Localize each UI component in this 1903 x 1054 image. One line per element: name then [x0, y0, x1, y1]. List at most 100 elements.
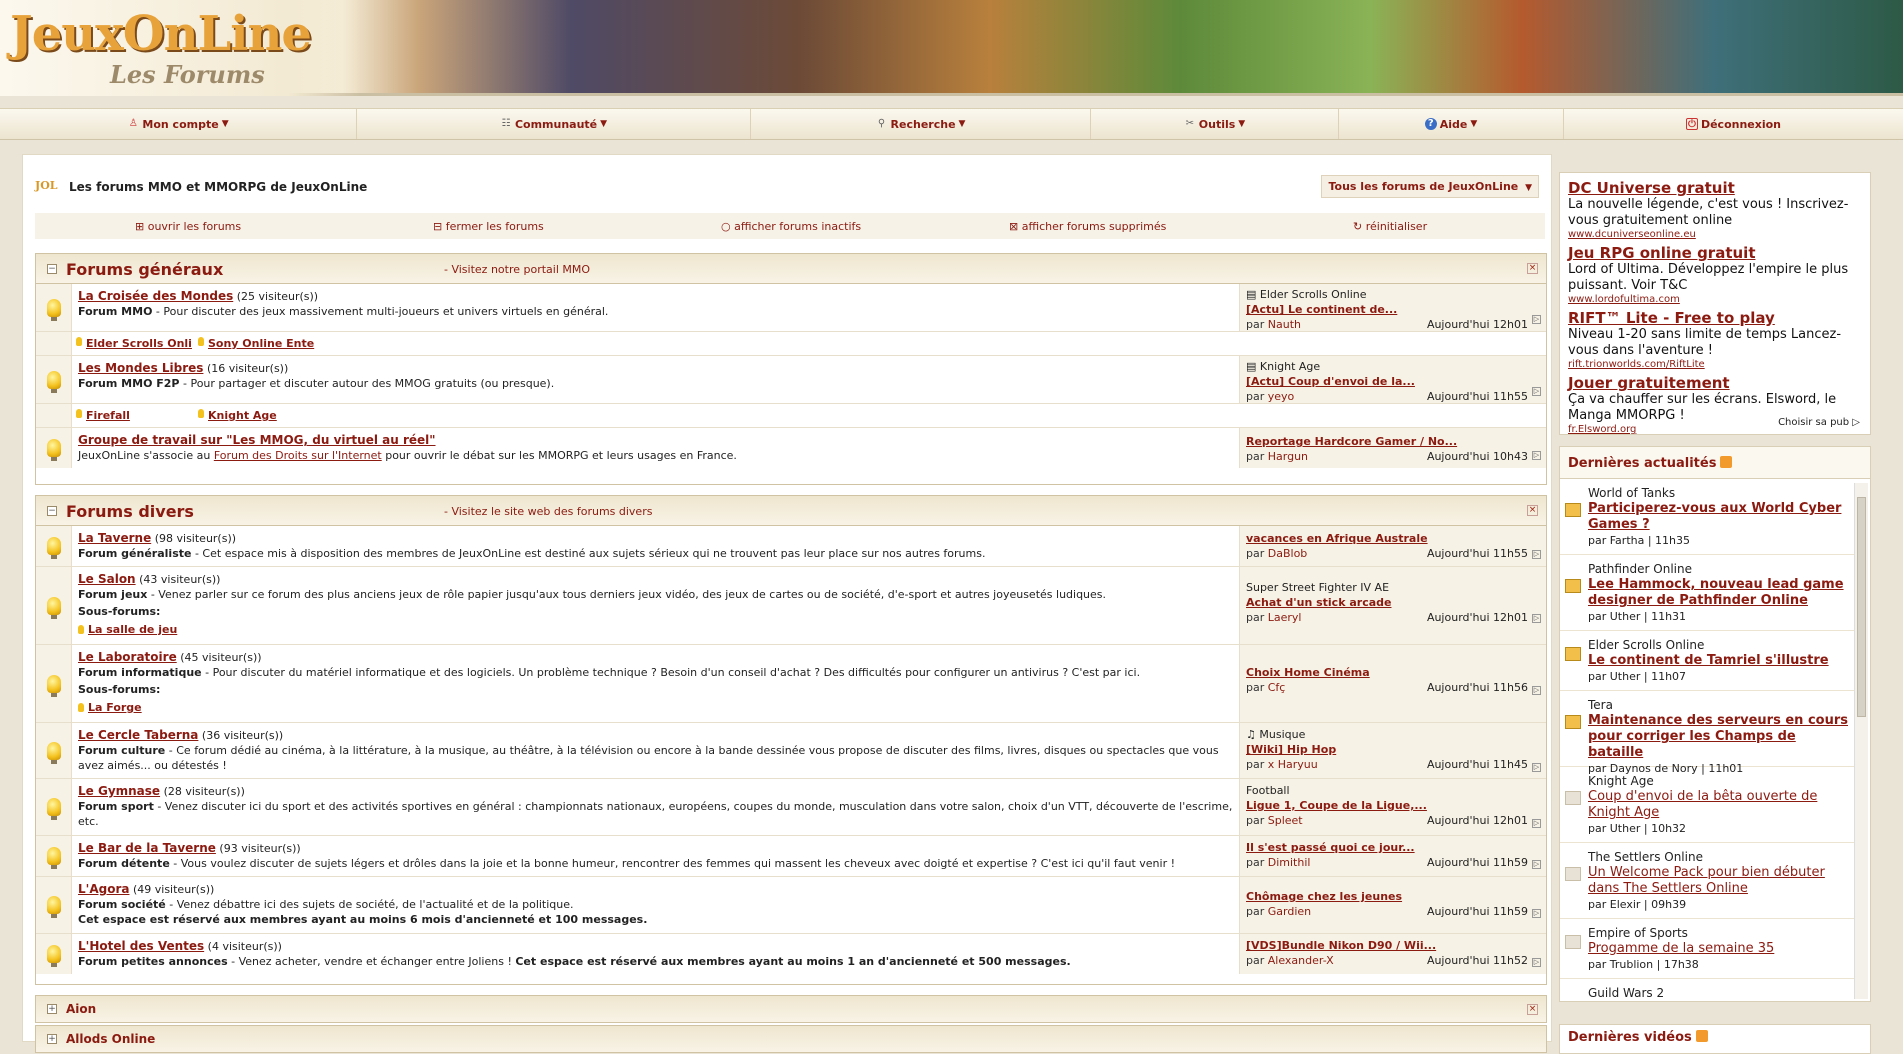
- go-to-last-icon[interactable]: ▷: [1532, 451, 1541, 460]
- subforum-link[interactable]: La salle de jeu: [88, 623, 177, 636]
- forum-link[interactable]: Le Gymnase: [78, 784, 160, 798]
- forum-link[interactable]: L'Hotel des Ventes: [78, 939, 204, 953]
- last-post: Il s'est passé quoi ce jour... par Dimit…: [1239, 836, 1546, 876]
- last-topic-link[interactable]: Il s'est passé quoi ce jour...: [1246, 841, 1415, 854]
- community-icon: ☷: [501, 118, 511, 129]
- last-topic-link[interactable]: Choix Home Cinéma: [1246, 666, 1370, 679]
- last-post: ▤ Knight Age [Actu] Coup d'envoi de la..…: [1239, 356, 1546, 403]
- ad-item[interactable]: DC Universe gratuit La nouvelle légende,…: [1568, 179, 1862, 240]
- forum-link[interactable]: La Taverne: [78, 531, 151, 545]
- last-topic-link[interactable]: Ligue 1, Coupe de la Ligue,...: [1246, 799, 1427, 812]
- collapse-toggle-icon[interactable]: −: [47, 506, 57, 516]
- forum-link[interactable]: Le Bar de la Taverne: [78, 841, 216, 855]
- scrollbar-thumb[interactable]: [1857, 497, 1866, 717]
- last-topic-link[interactable]: vacances en Afrique Australe: [1246, 532, 1428, 545]
- forum-link[interactable]: L'Agora: [78, 882, 129, 896]
- external-forum-link[interactable]: Forum des Droits sur l'Internet: [214, 449, 382, 462]
- rss-icon[interactable]: [1720, 456, 1733, 468]
- subforum-link[interactable]: Knight Age: [208, 409, 320, 422]
- news-scrollbar[interactable]: [1854, 483, 1868, 999]
- expand-toggle-icon[interactable]: +: [47, 1034, 57, 1044]
- music-icon: ♫: [1246, 728, 1256, 741]
- last-topic-link[interactable]: Achat d'un stick arcade: [1246, 596, 1391, 609]
- close-icon[interactable]: ×: [1527, 263, 1538, 274]
- forum-row: Le Salon (43 visiteur(s)) Forum jeux - V…: [36, 567, 1546, 645]
- last-topic-link[interactable]: [Actu] Coup d'envoi de la...: [1246, 375, 1415, 388]
- rss-icon[interactable]: [1695, 1030, 1708, 1042]
- close-icon[interactable]: ×: [1527, 1004, 1538, 1015]
- forum-link[interactable]: Les Mondes Libres: [78, 361, 203, 375]
- bulb-icon: [46, 596, 61, 619]
- last-topic-link[interactable]: Reportage Hardcore Gamer / No...: [1246, 435, 1457, 448]
- go-to-last-icon[interactable]: ▷: [1532, 909, 1541, 918]
- section-website-link[interactable]: - Visitez le site web des forums divers: [444, 505, 652, 518]
- news-header: Dernières actualités: [1560, 447, 1870, 479]
- section-header: − Forums généraux - Visitez notre portai…: [36, 254, 1546, 284]
- jol-logo-icon: JOL: [35, 179, 58, 192]
- go-to-last-icon[interactable]: ▷: [1532, 550, 1541, 559]
- go-to-last-icon[interactable]: ▷: [1532, 614, 1541, 623]
- subforum-link[interactable]: Sony Online Ente: [208, 337, 320, 350]
- go-to-last-icon[interactable]: ▷: [1532, 387, 1541, 396]
- nav-outils[interactable]: ✂ Outils ▼: [1091, 109, 1339, 139]
- forum-link[interactable]: Groupe de travail sur "Les MMOG, du virt…: [78, 433, 436, 447]
- forum-options-bar: ⊞ ouvrir les forums ⊟ fermer les forums …: [35, 213, 1545, 239]
- search-icon: ⚲: [877, 118, 886, 129]
- topic-icon: ▤: [1246, 360, 1257, 373]
- videos-panel-header: Dernières vidéos: [1559, 1024, 1871, 1054]
- section-allods-online[interactable]: + Allods Online: [35, 1025, 1547, 1053]
- nav-aide[interactable]: ? Aide ▼: [1339, 109, 1564, 139]
- section-portal-link[interactable]: - Visitez notre portail MMO: [444, 263, 590, 276]
- last-topic-link[interactable]: [VDS]Bundle Nikon D90 / Wii...: [1246, 939, 1436, 952]
- close-forums-link[interactable]: ⊟ fermer les forums: [433, 220, 544, 233]
- go-to-last-icon[interactable]: ▷: [1532, 315, 1541, 324]
- news-icon: [1565, 503, 1581, 517]
- section-title: Aion: [66, 1002, 97, 1016]
- news-read-icon: [1565, 935, 1581, 949]
- forum-link[interactable]: Le Cercle Taberna: [78, 728, 198, 742]
- go-to-last-icon[interactable]: ▷: [1532, 860, 1541, 869]
- forum-row: L'Agora (49 visiteur(s)) Forum société -…: [36, 877, 1546, 934]
- bulb-icon: [46, 298, 61, 321]
- reset-link[interactable]: ↻ réinitialiser: [1353, 220, 1427, 233]
- choose-ad-link[interactable]: Choisir sa pub ▷: [1778, 417, 1860, 428]
- forum-link[interactable]: Le Laboratoire: [78, 650, 177, 664]
- go-to-last-icon[interactable]: ▷: [1532, 819, 1541, 828]
- last-topic-link[interactable]: Chômage chez les jeunes: [1246, 890, 1402, 903]
- section-aion[interactable]: + Aion ×: [35, 995, 1547, 1023]
- last-topic-link[interactable]: [Actu] Le continent de...: [1246, 303, 1397, 316]
- nav-mon-compte[interactable]: ♙ Mon compte ▼: [0, 109, 357, 139]
- show-inactive-link[interactable]: ○ afficher forums inactifs: [721, 220, 861, 233]
- bulb-icon: [46, 945, 61, 967]
- nav-recherche[interactable]: ⚲ Recherche ▼: [751, 109, 1091, 139]
- collapse-toggle-icon[interactable]: −: [47, 264, 57, 274]
- last-post: vacances en Afrique Australe par DaBlob A…: [1239, 526, 1546, 566]
- nav-communaute[interactable]: ☷ Communauté ▼: [357, 109, 751, 139]
- last-post: [VDS]Bundle Nikon D90 / Wii... par Alexa…: [1239, 934, 1546, 974]
- nav-deconnexion[interactable]: ⏻ Déconnexion: [1564, 109, 1903, 139]
- go-to-last-icon[interactable]: ▷: [1532, 686, 1541, 695]
- close-icon[interactable]: ×: [1527, 505, 1538, 516]
- ad-item[interactable]: Jeu RPG online gratuit Lord of Ultima. D…: [1568, 244, 1862, 305]
- go-to-last-icon[interactable]: ▷: [1532, 958, 1541, 967]
- ad-item[interactable]: RIFT™ Lite - Free to play Niveau 1-20 sa…: [1568, 309, 1862, 370]
- forum-row: Les Mondes Libres (16 visiteur(s)) Forum…: [36, 356, 1546, 404]
- subforum-link[interactable]: Elder Scrolls Onli: [86, 337, 198, 350]
- go-to-last-icon[interactable]: ▷: [1532, 763, 1541, 772]
- last-topic-link[interactable]: [Wiki] Hip Hop: [1246, 743, 1336, 756]
- subforum-link[interactable]: La Forge: [88, 701, 142, 714]
- site-logo[interactable]: JeuxOnLine: [10, 6, 312, 62]
- open-forums-link[interactable]: ⊞ ouvrir les forums: [135, 220, 241, 233]
- chevron-down-icon: ▼: [1238, 119, 1246, 129]
- forum-link[interactable]: Le Salon: [78, 572, 136, 586]
- expand-toggle-icon[interactable]: +: [47, 1004, 57, 1014]
- user-icon: ♙: [128, 118, 138, 129]
- show-deleted-link[interactable]: ⊠ afficher forums supprimés: [1009, 220, 1166, 233]
- subforum-link[interactable]: Firefall: [86, 409, 198, 422]
- last-post: Choix Home Cinéma par Cfç Aujourd'hui 11h…: [1239, 645, 1546, 722]
- forum-link[interactable]: La Croisée des Mondes: [78, 289, 233, 303]
- forum-selector[interactable]: Tous les forums de JeuxOnLine ▼: [1321, 175, 1539, 198]
- news-item: The Settlers Online Un Welcome Pack pour …: [1560, 843, 1854, 919]
- news-item: Elder Scrolls Online Le continent de Tamr…: [1560, 631, 1854, 691]
- section-header: − Forums divers - Visitez le site web de…: [36, 496, 1546, 526]
